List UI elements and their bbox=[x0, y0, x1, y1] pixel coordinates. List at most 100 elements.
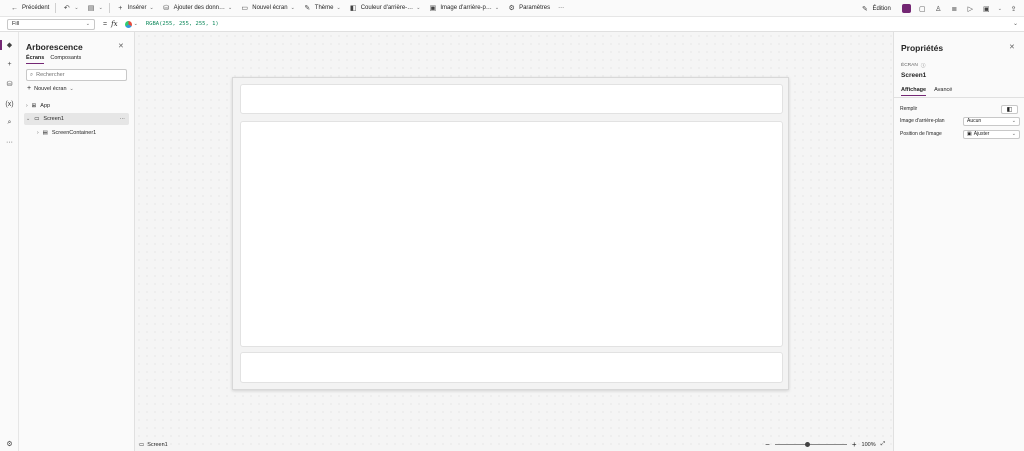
tree-item-label: Screen1 bbox=[43, 116, 64, 122]
chevron-down-icon[interactable]: ⌄ bbox=[998, 6, 1002, 12]
tab-display[interactable]: Affichage bbox=[901, 87, 927, 96]
theme-button[interactable]: ✎ Thème ⌄ bbox=[299, 0, 345, 17]
app-icon: ⊞ bbox=[31, 103, 37, 109]
color-picker-icon[interactable] bbox=[124, 20, 132, 28]
more-options-icon[interactable]: ··· bbox=[120, 116, 126, 122]
search-icon[interactable]: ⌕ bbox=[0, 116, 19, 130]
main-container[interactable] bbox=[240, 121, 783, 347]
expand-formula-icon[interactable]: ⌄ bbox=[1013, 20, 1018, 27]
variables-icon[interactable]: (x) bbox=[0, 97, 19, 111]
zoom-slider-thumb[interactable] bbox=[804, 442, 810, 447]
add-data-button[interactable]: ⛁ Ajouter des donn… ⌄ bbox=[158, 0, 237, 17]
tab-components[interactable]: Composants bbox=[50, 55, 81, 64]
image-position-dropdown[interactable]: ▣ Ajuster ⌄ bbox=[963, 129, 1020, 139]
undo-button[interactable]: ↶ ⌄ bbox=[58, 0, 82, 17]
undo-icon: ↶ bbox=[63, 5, 70, 12]
publish-icon[interactable]: ⇪ bbox=[1009, 4, 1018, 13]
properties-tabs: Affichage Avancé bbox=[901, 87, 952, 96]
status-screen-selector[interactable]: ▭ Screen1 bbox=[139, 442, 168, 448]
property-dropdown[interactable]: Fill ⌄ bbox=[7, 18, 95, 30]
new-screen-icon: ▭ bbox=[241, 5, 249, 12]
command-bar: ← Précédent ↶ ⌄ ▤ ⌄ + Insérer ⌄ ⛁ Ajoute… bbox=[0, 0, 1024, 17]
database-icon: ⛁ bbox=[163, 5, 170, 12]
plus-icon: + bbox=[27, 85, 32, 92]
tab-screens[interactable]: Écrans bbox=[26, 55, 45, 64]
chevron-down-icon: ⌄ bbox=[74, 5, 79, 11]
add-data-label: Ajouter des donn… bbox=[173, 5, 226, 11]
data-icon[interactable]: ⛁ bbox=[0, 77, 19, 91]
zoom-slider[interactable] bbox=[774, 442, 847, 447]
tree-item-screen1[interactable]: ⌄ ▭ Screen1 ··· bbox=[24, 113, 129, 125]
image-position-value: Ajuster bbox=[973, 131, 990, 137]
chevron-down-icon: ⌄ bbox=[98, 5, 103, 11]
image-position-row: Position de l'image ▣ Ajuster ⌄ bbox=[900, 129, 1020, 139]
search-icon: ⌕ bbox=[30, 71, 34, 78]
search-input[interactable]: ⌕ Rechercher bbox=[26, 69, 127, 81]
chevron-right-icon[interactable]: › bbox=[37, 130, 39, 136]
control-type: ÉCRAN ⓘ bbox=[901, 62, 926, 69]
fx-icon[interactable]: fx bbox=[111, 20, 118, 28]
chevron-down-icon: ⌄ bbox=[494, 5, 500, 11]
screen-preview[interactable] bbox=[232, 77, 789, 390]
edit-mode-button[interactable]: ✎ Édition bbox=[856, 0, 894, 17]
close-icon[interactable]: ✕ bbox=[118, 42, 124, 50]
tree-item-label: App bbox=[40, 103, 51, 109]
share-icon[interactable]: ♙ bbox=[934, 4, 943, 13]
properties-panel: Propriétés ✕ ÉCRAN ⓘ Screen1 Affichage A… bbox=[893, 32, 1024, 451]
new-screen-button[interactable]: ▭ Nouvel écran ⌄ bbox=[236, 0, 299, 17]
fit-to-window-icon[interactable]: ⤢ bbox=[881, 441, 885, 448]
save-icon[interactable]: ▣ bbox=[982, 4, 991, 13]
insert-icon[interactable]: + bbox=[0, 57, 19, 71]
settings-gear-icon[interactable]: ⚙ bbox=[0, 437, 19, 451]
background-image-button[interactable]: ▣ Image d'arrière-p… ⌄ bbox=[424, 0, 503, 17]
header-container[interactable] bbox=[240, 84, 783, 114]
new-screen-button[interactable]: + Nouvel écran ⌄ bbox=[27, 85, 74, 92]
tab-advanced[interactable]: Avancé bbox=[934, 87, 952, 96]
chevron-down-icon: ⌄ bbox=[69, 85, 74, 92]
back-button[interactable]: ← Précédent bbox=[6, 0, 53, 17]
background-image-value: Aucun bbox=[967, 118, 982, 124]
gear-icon: ⚙ bbox=[508, 5, 515, 12]
new-screen-label: Nouvel écran bbox=[252, 5, 288, 11]
chevron-down-icon: ⌄ bbox=[336, 5, 341, 11]
zoom-out-icon[interactable]: − bbox=[765, 440, 770, 449]
status-screen-label: Screen1 bbox=[147, 441, 168, 448]
zoom-in-icon[interactable]: + bbox=[852, 440, 857, 449]
tree-item-app[interactable]: › ⊞ App bbox=[24, 100, 129, 112]
container-icon: ▤ bbox=[42, 130, 48, 136]
close-icon[interactable]: ✕ bbox=[1009, 43, 1015, 51]
insert-button[interactable]: + Insérer ⌄ bbox=[112, 0, 158, 17]
image-icon: ▣ bbox=[429, 5, 437, 12]
control-type-label: ÉCRAN bbox=[901, 63, 918, 68]
copilot-button[interactable] bbox=[901, 4, 911, 13]
more-button[interactable]: ··· bbox=[554, 0, 568, 17]
paint-brush-icon: ✎ bbox=[304, 5, 311, 12]
tree-item-screencontainer1[interactable]: › ▤ ScreenContainer1 bbox=[24, 127, 129, 139]
image-icon: ▣ bbox=[967, 131, 972, 137]
formula-input[interactable]: RGBA(255, 255, 255, 1) bbox=[146, 21, 219, 27]
background-color-button[interactable]: ◧ Couleur d'arrière-… ⌄ bbox=[345, 0, 425, 17]
comment-icon[interactable]: ▢ bbox=[918, 4, 927, 13]
play-icon[interactable]: ▷ bbox=[966, 4, 975, 13]
chevron-down-icon[interactable]: ⌄ bbox=[26, 116, 30, 122]
pencil-icon: ✎ bbox=[862, 5, 868, 13]
screen-icon: ▭ bbox=[34, 116, 40, 122]
footer-container[interactable] bbox=[240, 352, 783, 383]
chevron-down-icon: ⌄ bbox=[416, 5, 421, 11]
fill-color-button[interactable]: ◧ bbox=[1001, 104, 1018, 114]
tree-view-icon[interactable]: ◆ bbox=[0, 38, 19, 52]
search-placeholder: Rechercher bbox=[36, 72, 65, 78]
background-image-dropdown[interactable]: Aucun ⌄ bbox=[963, 116, 1020, 126]
command-bar-right: ✎ Édition ▢ ♙ ≣ ▷ ▣ ⌄ ⇪ bbox=[856, 0, 1018, 17]
design-canvas: ▭ Screen1 − + 100% ⤢ bbox=[135, 32, 893, 451]
background-color-label: Couleur d'arrière-… bbox=[360, 5, 414, 11]
clipboard-icon: ▤ bbox=[87, 5, 95, 12]
help-icon[interactable]: ⓘ bbox=[921, 62, 926, 69]
app-checker-icon[interactable]: ≣ bbox=[950, 4, 959, 13]
more-icon[interactable]: ··· bbox=[0, 135, 19, 149]
chevron-right-icon[interactable]: › bbox=[26, 103, 28, 109]
chevron-down-icon[interactable]: ⌄ bbox=[134, 21, 138, 27]
settings-button[interactable]: ⚙ Paramètres bbox=[503, 0, 554, 17]
paste-button[interactable]: ▤ ⌄ bbox=[83, 0, 107, 17]
equals-sign: = bbox=[103, 20, 108, 28]
